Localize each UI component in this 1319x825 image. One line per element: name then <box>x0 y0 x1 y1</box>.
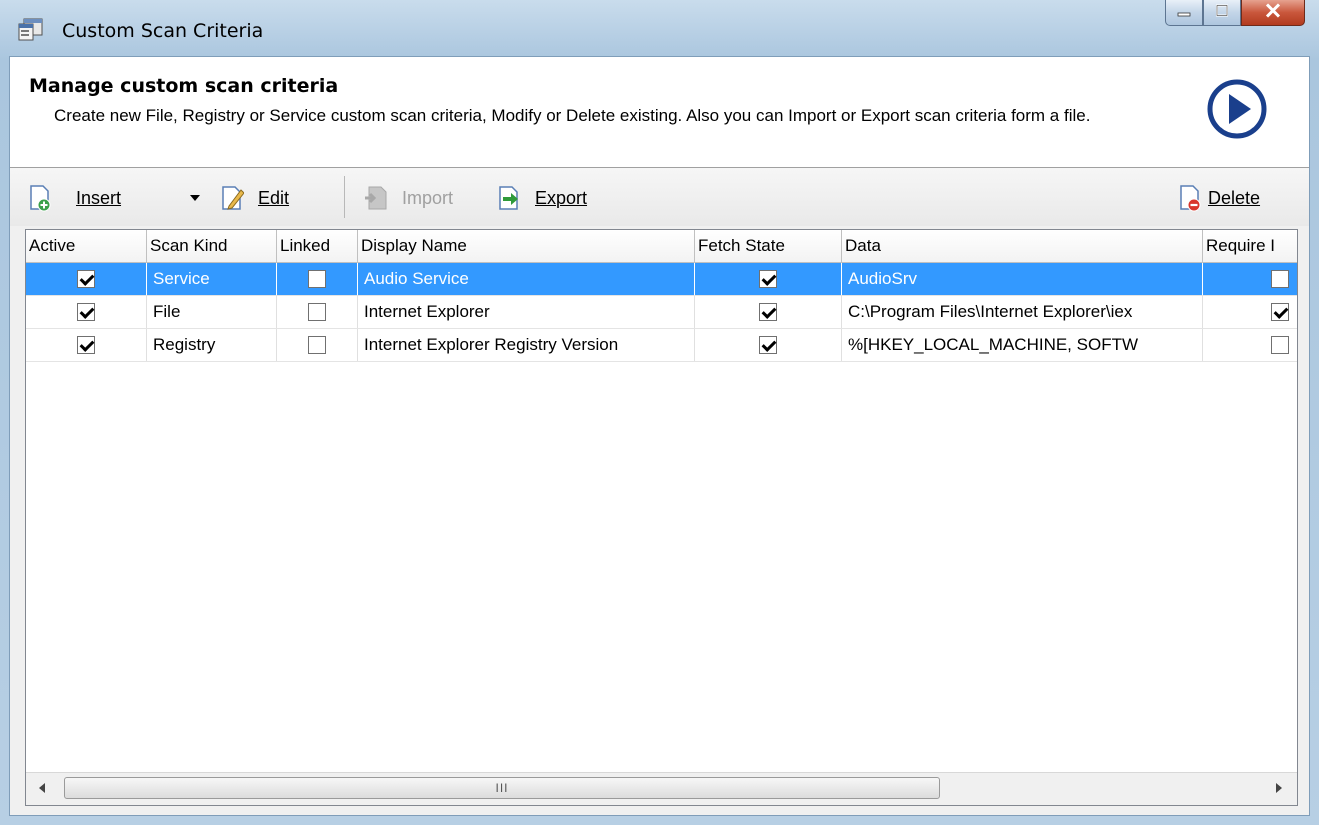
delete-label: Delete <box>1208 187 1261 208</box>
linked-cell[interactable] <box>277 263 358 295</box>
export-icon <box>499 186 518 210</box>
import-button[interactable]: Import <box>364 182 453 214</box>
table-row[interactable]: Service Audio Service AudioSrv <box>26 263 1297 296</box>
export-button[interactable]: Export <box>497 182 587 214</box>
display-name-cell: Internet Explorer Registry Version <box>358 329 695 361</box>
fetch-state-cell[interactable] <box>695 329 842 361</box>
data-cell: %[HKEY_LOCAL_MACHINE, SOFTW <box>842 329 1203 361</box>
linked-checkbox[interactable] <box>308 270 326 288</box>
require-checkbox[interactable] <box>1271 303 1289 321</box>
table-row[interactable]: File Internet Explorer C:\Program Files\… <box>26 296 1297 329</box>
header-description: Create new File, Registry or Service cus… <box>54 106 1091 125</box>
edit-button[interactable]: Edit <box>220 182 289 214</box>
column-header-linked[interactable]: Linked <box>277 230 358 262</box>
play-icon <box>1207 79 1267 139</box>
minimize-button[interactable] <box>1165 0 1203 26</box>
horizontal-scrollbar[interactable]: III <box>26 772 1297 805</box>
scroll-left-button[interactable] <box>34 781 50 797</box>
active-cell[interactable] <box>26 296 147 328</box>
column-header-display-name[interactable]: Display Name <box>358 230 695 262</box>
require-cell[interactable] <box>1203 296 1297 328</box>
toolbar-separator <box>344 176 345 218</box>
close-icon <box>1265 2 1281 22</box>
insert-button[interactable]: Insert <box>28 182 121 214</box>
header-title: Manage custom scan criteria <box>29 75 339 97</box>
header-panel: Manage custom scan criteria Create new F… <box>10 57 1309 168</box>
fetch-state-checkbox[interactable] <box>759 303 777 321</box>
window-title: Custom Scan Criteria <box>62 20 264 42</box>
dialog-client: Manage custom scan criteria Create new F… <box>9 56 1310 816</box>
fetch-state-checkbox[interactable] <box>759 270 777 288</box>
toolbar: Insert Edit Import Export Delete <box>10 168 1309 226</box>
active-checkbox[interactable] <box>77 303 95 321</box>
scroll-right-button[interactable] <box>1271 781 1287 797</box>
insert-label: Insert <box>76 187 122 208</box>
edit-label: Edit <box>258 187 290 208</box>
column-header-fetch-state[interactable]: Fetch State <box>695 230 842 262</box>
title-bar[interactable]: Custom Scan Criteria <box>0 0 1319 56</box>
require-checkbox[interactable] <box>1271 270 1289 288</box>
linked-checkbox[interactable] <box>308 303 326 321</box>
active-checkbox[interactable] <box>77 336 95 354</box>
chevron-down-icon <box>190 195 200 201</box>
minimize-icon <box>1177 4 1191 22</box>
fetch-state-cell[interactable] <box>695 263 842 295</box>
column-header-scan-kind[interactable]: Scan Kind <box>147 230 277 262</box>
data-cell: AudioSrv <box>842 263 1203 295</box>
require-checkbox[interactable] <box>1271 336 1289 354</box>
import-label: Import <box>402 187 454 208</box>
column-header-require[interactable]: Require I <box>1203 230 1297 262</box>
criteria-grid[interactable]: Active Scan Kind Linked Display Name Fet… <box>25 229 1298 806</box>
linked-checkbox[interactable] <box>308 336 326 354</box>
delete-document-icon <box>1180 185 1201 212</box>
scan-kind-cell: File <box>147 296 277 328</box>
active-checkbox[interactable] <box>77 270 95 288</box>
column-header-data[interactable]: Data <box>842 230 1203 262</box>
display-name-cell: Audio Service <box>358 263 695 295</box>
insert-dropdown-button[interactable] <box>190 182 200 214</box>
arrow-right-icon <box>1276 783 1282 793</box>
import-icon <box>365 186 387 210</box>
active-cell[interactable] <box>26 263 147 295</box>
data-cell: C:\Program Files\Internet Explorer\iex <box>842 296 1203 328</box>
edit-document-icon <box>222 186 244 210</box>
require-cell[interactable] <box>1203 329 1297 361</box>
scrollbar-grip: III <box>495 781 509 795</box>
active-cell[interactable] <box>26 329 147 361</box>
linked-cell[interactable] <box>277 296 358 328</box>
delete-button[interactable]: Delete <box>1178 182 1260 214</box>
linked-cell[interactable] <box>277 329 358 361</box>
window: Custom Scan Criteria Manage custom scan … <box>0 0 1319 825</box>
table-row[interactable]: Registry Internet Explorer Registry Vers… <box>26 329 1297 362</box>
maximize-button[interactable] <box>1203 0 1241 26</box>
new-document-icon <box>30 185 51 212</box>
require-cell[interactable] <box>1203 263 1297 295</box>
fetch-state-checkbox[interactable] <box>759 336 777 354</box>
scan-kind-cell: Registry <box>147 329 277 361</box>
restore-icon <box>1215 3 1229 22</box>
close-button[interactable] <box>1241 0 1305 26</box>
export-label: Export <box>535 187 588 208</box>
fetch-state-cell[interactable] <box>695 296 842 328</box>
scrollbar-thumb[interactable]: III <box>64 777 940 799</box>
scan-kind-cell: Service <box>147 263 277 295</box>
arrow-left-icon <box>39 783 45 793</box>
app-window-icon <box>18 18 43 41</box>
column-header-active[interactable]: Active <box>26 230 147 262</box>
display-name-cell: Internet Explorer <box>358 296 695 328</box>
grid-header: Active Scan Kind Linked Display Name Fet… <box>26 230 1297 263</box>
